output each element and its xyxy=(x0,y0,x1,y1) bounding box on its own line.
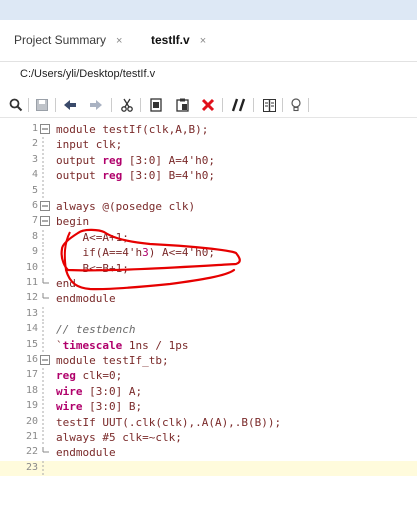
red-circle-annotation xyxy=(60,228,241,291)
